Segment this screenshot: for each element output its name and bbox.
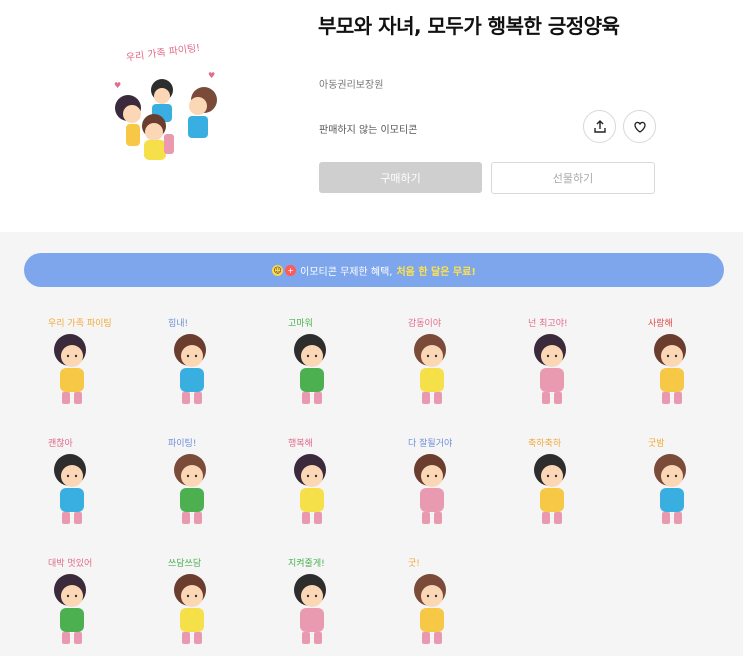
hero-caption: 우리 가족 파이팅!	[125, 44, 201, 64]
svg-text:♥: ♥	[114, 81, 121, 90]
sticker-thumbnail[interactable]: 파이팅!	[144, 430, 244, 540]
smile-badge-icon: ☺	[272, 264, 284, 276]
sticker-thumbnail[interactable]: 다 잘될거야	[384, 430, 484, 540]
sticker-caption: 쓰담쓰담	[168, 557, 201, 569]
plus-badge-icon: +	[285, 264, 297, 276]
sale-status-text: 판매하지 않는 이모티콘	[319, 125, 418, 136]
sticker-caption: 굿밤	[648, 438, 665, 449]
sticker-caption: 다 잘될거야	[408, 437, 452, 449]
sticker-caption: 괜찮아	[48, 438, 74, 449]
product-header: 우리 가족 파이팅! ♥ ♥ 부모와 자녀, 모두가 행복한 긍정양육 아동권리…	[0, 0, 743, 232]
sticker-thumbnail[interactable]: 축하축하	[504, 430, 604, 540]
product-title: 부모와 자녀, 모두가 행복한 긍정양육	[318, 14, 620, 38]
sticker-caption: 넌 최고야!	[528, 318, 568, 329]
sticker-caption: 축하축하	[528, 438, 562, 449]
sticker-thumbnail[interactable]: 행복해	[264, 430, 364, 540]
sticker-thumbnail[interactable]: 괜찮아	[24, 430, 124, 540]
gift-button[interactable]: 선물하기	[491, 162, 655, 194]
sticker-caption: 우리 가족 파이팅	[48, 318, 112, 329]
buy-button[interactable]: 구매하기	[319, 162, 482, 193]
sticker-thumbnail[interactable]: 넌 최고야!	[504, 310, 604, 420]
like-button[interactable]	[623, 110, 656, 143]
sticker-caption: 굿!	[408, 558, 420, 569]
sticker-thumbnail[interactable]: 사랑해	[624, 310, 724, 420]
promo-text: 이모티콘 무제한 혜택,	[300, 266, 393, 278]
sticker-caption: 감동이야	[408, 317, 441, 329]
sticker-caption: 고마워	[288, 318, 313, 329]
sticker-caption: 지켜줄게!	[288, 558, 325, 569]
heart-icon	[633, 121, 646, 133]
sticker-thumbnail[interactable]: 쓰담쓰담	[144, 550, 244, 660]
sticker-caption: 대박 멋있어	[48, 557, 92, 569]
sticker-thumbnail[interactable]: 대박 멋있어	[24, 550, 124, 660]
hero-sticker-image: 우리 가족 파이팅! ♥ ♥	[108, 42, 226, 170]
product-author-link[interactable]: 아동권리보장원	[319, 76, 383, 91]
sticker-caption: 행복해	[288, 437, 313, 449]
sticker-thumbnail[interactable]: 굿밤	[624, 430, 724, 540]
sticker-thumbnail[interactable]: 감동이야	[384, 310, 484, 420]
sticker-caption: 파이팅!	[168, 438, 196, 449]
sticker-caption: 힘내!	[168, 318, 188, 329]
svg-text:♥: ♥	[208, 71, 215, 80]
sticker-caption: 사랑해	[648, 317, 673, 329]
share-icon	[593, 119, 606, 133]
sticker-thumbnail[interactable]: 지켜줄게!	[264, 550, 364, 660]
sticker-thumbnail[interactable]: 고마워	[264, 310, 364, 420]
share-button[interactable]	[583, 110, 616, 143]
promo-banner[interactable]: ☺ + 이모티콘 무제한 혜택, 처음 한 달은 무료!	[24, 253, 724, 287]
sticker-thumbnail[interactable]: 우리 가족 파이팅	[24, 310, 124, 420]
sticker-thumbnail[interactable]: 굿!	[384, 550, 484, 660]
promo-highlight: 처음 한 달은 무료!	[396, 266, 476, 278]
sticker-thumbnail[interactable]: 힘내!	[144, 310, 244, 420]
